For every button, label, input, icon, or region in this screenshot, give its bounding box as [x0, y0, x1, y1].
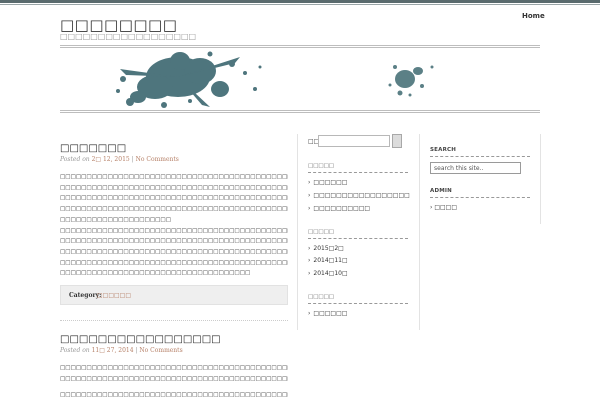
sidebar-category-item[interactable]: › □□□□□□□□□□□□□□□□□ [308, 192, 410, 199]
category-link[interactable]: □□□□□□ [97, 292, 131, 299]
sidebar-search-input[interactable] [318, 135, 390, 147]
header-ink-splatter-image [60, 49, 540, 109]
sidebar-divider [419, 134, 420, 330]
post-paragraph: □□□□□□□□□□□□□□□□□□□□□□□□□□□□□□□□□□□□□□□□… [60, 184, 288, 191]
post-paragraph: □□□□□□□□□□□□□□□□□□□□□ [60, 216, 171, 223]
post-paragraph: □□□□□□□□□□□□□□□□□□□□□□□□□□□□□□□□□□□□□□□□… [60, 375, 288, 382]
sidebar-heading-rule [308, 172, 408, 173]
sidebar-divider [297, 134, 298, 330]
post-paragraph: □□□□□□□□□□□□□□□□□□□□□□□□□□□□□□□□□□□□□□□□… [60, 248, 288, 255]
post-title[interactable]: □□□□□□□□□□□□□□□□□ [60, 334, 221, 345]
nav-home-link[interactable]: Home [522, 12, 545, 20]
post-body: □□□□□□□□□□□□□□□□□□□□□□□□□□□□□□□□□□□□□□□□… [60, 172, 288, 279]
post-paragraph: □□□□□□□□□□□□□□□□□□□□□□□□□□□□□□□□□□□□□□□□… [60, 227, 288, 234]
top-border-line [0, 4, 600, 5]
sidebar-category-item[interactable]: › □□□□□□□□□□ [308, 205, 370, 212]
post-separator [60, 320, 288, 321]
sidebar2-heading-rule [430, 156, 530, 157]
sidebar-search-button[interactable] [392, 134, 402, 148]
sidebar-meta-item[interactable]: › □□□□□□ [308, 310, 347, 317]
post-category-box: Category: □□□□□□ [60, 285, 288, 305]
meta-separator: | [131, 156, 134, 163]
sidebar2-heading-rule [430, 197, 530, 198]
post-paragraph: □□□□□□□□□□□□□□□□□□□□□□□□□□□□□□□□□□□□ [60, 270, 251, 277]
post-meta: Posted on 11□ 27, 2014 | No Comments [60, 347, 183, 354]
sidebar-archive-item[interactable]: › 2015□2□ [308, 245, 344, 252]
header-divider-bottom-2 [60, 112, 540, 113]
post-meta: Posted on 2□ 12, 2015 | No Comments [60, 156, 179, 163]
post-comments-link[interactable]: No Comments [139, 347, 182, 354]
header-divider-bottom [60, 110, 540, 111]
site-description: □□□□□□□□□□□□□□□□□□ [60, 32, 197, 41]
post-paragraph: □□□□□□□□□□□□□□□□□□□□□□□□□□□□□□□□□□□□□□□□… [60, 238, 288, 245]
post-paragraph: □□□□□□□□□□□□□□□□□□□□□□□□□□□□□□□□□□□□□□□□… [60, 195, 288, 202]
post-paragraph: □□□□□□□□□□□□□□□□□□□□□□□□□□□□□□□□□□□□□□□□… [60, 392, 288, 399]
sidebar2-search-input[interactable] [430, 162, 521, 174]
sidebar-heading-rule [308, 238, 408, 239]
post-date[interactable]: 2□ 12, 2015 [92, 156, 130, 163]
sidebar2-admin-item[interactable]: › □□□□ [430, 204, 457, 211]
post-paragraph: □□□□□□□□□□□□□□□□□□□□□□□□□□□□□□□□□□□□□□□□… [60, 206, 288, 213]
post-meta-label: Posted on [60, 347, 90, 354]
post-comments-link[interactable]: No Comments [136, 156, 179, 163]
post-meta-label: Posted on [60, 156, 90, 163]
sidebar-archives-heading: □□□□□ [308, 229, 334, 235]
post-body: □□□□□□□□□□□□□□□□□□□□□□□□□□□□□□□□□□□□□□□□… [60, 363, 288, 401]
meta-separator: | [135, 347, 138, 354]
top-border-bar [0, 0, 600, 3]
post-paragraph: □□□□□□□□□□□□□□□□□□□□□□□□□□□□□□□□□□□□□□□□… [60, 259, 288, 266]
post-title[interactable]: □□□□□□□ [60, 143, 126, 154]
sidebar-archive-item[interactable]: › 2014□11□ [308, 257, 348, 264]
sidebar-category-item[interactable]: › □□□□□□ [308, 179, 347, 186]
post-date[interactable]: 11□ 27, 2014 [92, 347, 134, 354]
header-divider-top [60, 45, 540, 46]
sidebar-meta-heading: □□□□□ [308, 294, 334, 300]
sidebar-categories-heading: □□□□□ [308, 163, 334, 169]
post-paragraph: □□□□□□□□□□□□□□□□□□□□□□□□□□□□□□□□□□□□□□□□… [60, 174, 288, 180]
post-paragraph: □□□□□□□□□□□□□□□□□□□□□□□□□□□□□□□□□□□□□□□□… [60, 365, 288, 371]
sidebar-archive-item[interactable]: › 2014□10□ [308, 270, 348, 277]
header-divider-top-2 [60, 47, 540, 48]
sidebar2-admin-heading: ADMIN [430, 188, 452, 194]
sidebar-divider-right [540, 134, 541, 224]
sidebar2-search-heading: SEARCH [430, 147, 457, 153]
sidebar-heading-rule [308, 303, 408, 304]
